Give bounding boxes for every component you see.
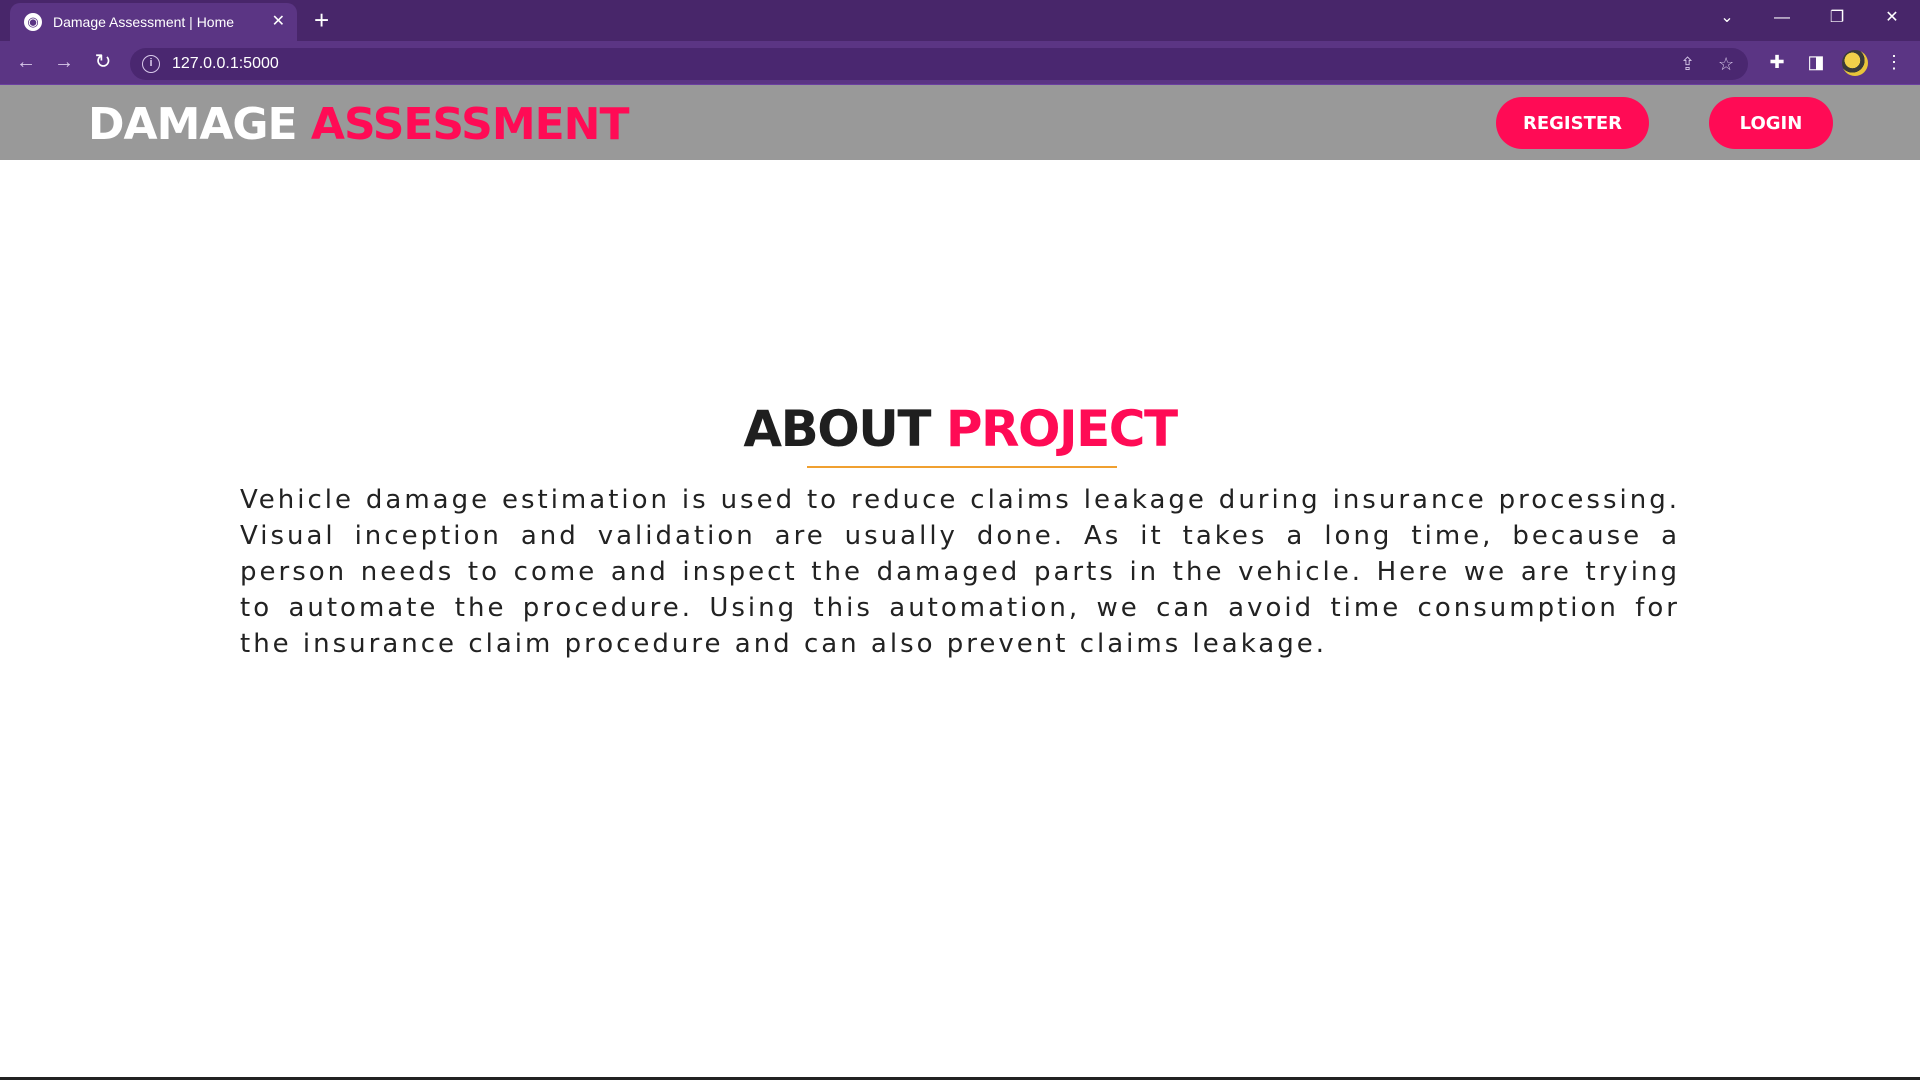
- url-text[interactable]: 127.0.0.1:5000: [172, 55, 279, 73]
- title-underline: [807, 466, 1117, 468]
- back-icon[interactable]: ←: [13, 50, 39, 74]
- star-icon[interactable]: ☆: [1718, 53, 1734, 75]
- tab-title: Damage Assessment | Home: [53, 14, 235, 30]
- register-button[interactable]: REGISTER: [1496, 97, 1649, 149]
- browser-tab[interactable]: ◉ Damage Assessment | Home ✕: [10, 3, 297, 41]
- brand-part2: ASSESSMENT: [310, 99, 630, 150]
- about-description: Vehicle damage estimation is used to red…: [240, 485, 1680, 659]
- forward-icon[interactable]: →: [51, 50, 77, 74]
- info-icon[interactable]: i: [142, 55, 160, 73]
- address-bar[interactable]: i 127.0.0.1:5000 ⇪ ☆: [130, 48, 1748, 80]
- brand-part1: DAMAGE: [88, 99, 298, 150]
- browser-toolbar: ← → ↻ i 127.0.0.1:5000 ⇪ ☆ ✚ ◨ ⋮: [0, 41, 1920, 85]
- close-window-button[interactable]: ✕: [1877, 6, 1907, 30]
- browser-tab-strip: ◉ Damage Assessment | Home ✕ + ⌄ — ❐ ✕: [0, 0, 1920, 41]
- puzzle-icon[interactable]: ✚: [1764, 50, 1790, 74]
- about-title-part1: ABOUT: [743, 400, 931, 458]
- minimize-button[interactable]: —: [1767, 6, 1797, 30]
- reload-icon[interactable]: ↻: [90, 50, 116, 74]
- site-logo[interactable]: DAMAGE ASSESSMENT: [88, 99, 630, 150]
- avatar[interactable]: [1842, 50, 1868, 76]
- about-section: ABOUT PROJECT: [0, 400, 1920, 468]
- site-header: DAMAGE ASSESSMENT REGISTER LOGIN: [0, 85, 1920, 160]
- share-icon[interactable]: ⇪: [1680, 53, 1695, 75]
- tab-search-icon[interactable]: ⌄: [1712, 6, 1742, 30]
- kebab-menu-icon[interactable]: ⋮: [1881, 50, 1907, 74]
- globe-icon: ◉: [24, 13, 42, 31]
- restore-button[interactable]: ❐: [1822, 6, 1852, 30]
- side-panel-icon[interactable]: ◨: [1803, 50, 1829, 74]
- new-tab-button[interactable]: +: [314, 6, 329, 34]
- about-title: ABOUT PROJECT: [743, 400, 1178, 468]
- close-tab-icon[interactable]: ✕: [272, 13, 285, 31]
- about-title-part2: PROJECT: [945, 400, 1178, 458]
- login-button[interactable]: LOGIN: [1709, 97, 1833, 149]
